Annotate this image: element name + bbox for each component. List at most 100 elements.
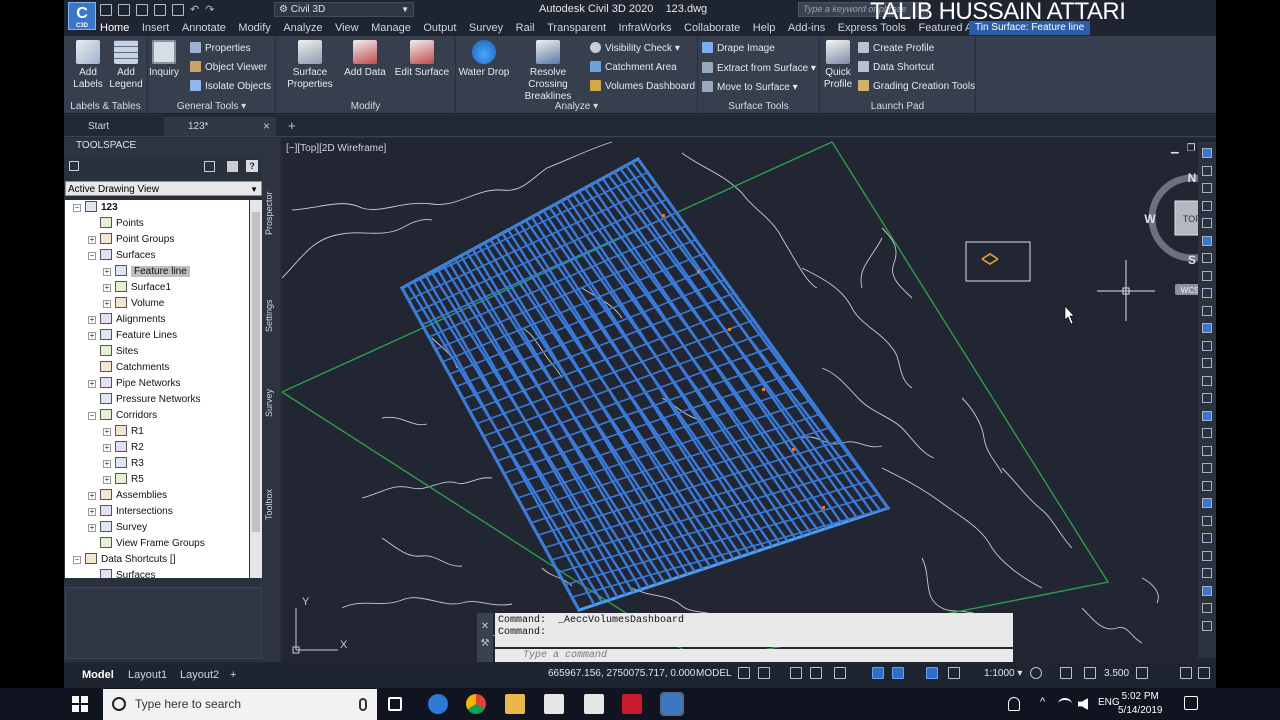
open-file-icon[interactable] xyxy=(118,4,130,16)
tree-item[interactable]: + R5 xyxy=(103,472,144,488)
tab-view[interactable]: View xyxy=(335,21,359,35)
volumes-dashboard-button[interactable]: Volumes Dashboard xyxy=(590,80,695,93)
add-labels-button[interactable]: Add Labels xyxy=(70,40,106,91)
palette-tool-icon[interactable] xyxy=(1202,603,1212,613)
expand-icon[interactable]: + xyxy=(88,236,96,244)
print-icon[interactable] xyxy=(172,4,184,16)
tab-add-ins[interactable]: Add-ins xyxy=(788,21,825,35)
palette-tool-icon[interactable] xyxy=(1202,498,1212,508)
tab-start[interactable]: Start xyxy=(64,117,164,136)
water-drop-button[interactable]: Water Drop xyxy=(458,40,510,79)
windows-start-icon[interactable] xyxy=(72,696,88,712)
expand-icon[interactable]: + xyxy=(103,300,111,308)
customize-menu-icon[interactable] xyxy=(1198,667,1210,679)
palette-tool-icon[interactable] xyxy=(1202,445,1212,456)
workspace-icon[interactable] xyxy=(1084,667,1096,679)
prospector-scrollbar[interactable] xyxy=(250,200,262,578)
microphone-icon[interactable] xyxy=(359,698,367,711)
tree-item[interactable]: − Corridors xyxy=(88,408,157,424)
expand-icon[interactable]: + xyxy=(88,524,96,532)
palette-tool-icon[interactable] xyxy=(1202,375,1212,386)
toolspace-tab-survey[interactable]: Survey xyxy=(264,378,278,428)
compass-west[interactable]: W xyxy=(1144,212,1156,226)
save-as-icon[interactable] xyxy=(154,4,166,16)
expand-icon[interactable]: + xyxy=(88,492,96,500)
tab-modify[interactable]: Modify xyxy=(238,21,270,35)
edge-browser-icon[interactable] xyxy=(428,694,448,714)
tab-help[interactable]: Help xyxy=(753,21,776,35)
panel-title-analyze[interactable]: Analyze ▾ xyxy=(456,101,697,112)
tab-model[interactable]: Model xyxy=(72,666,124,684)
command-input[interactable]: Type a command xyxy=(495,649,1013,662)
collapse-icon[interactable]: − xyxy=(73,204,81,212)
move-to-surface-button[interactable]: Move to Surface ▾ xyxy=(702,81,798,94)
drawing-viewport[interactable]: TOP N S E W WCS Y X [−][Top][2D Wirefram… xyxy=(282,138,1216,662)
palette-tool-icon[interactable] xyxy=(1202,323,1212,333)
palette-tool-icon[interactable] xyxy=(1202,620,1212,631)
grading-creation-tools-button[interactable]: Grading Creation Tools xyxy=(858,80,975,93)
annotation-visibility-icon[interactable] xyxy=(926,667,938,679)
add-layout-plus-icon[interactable]: + xyxy=(220,666,246,684)
palette-tool-icon[interactable] xyxy=(1202,288,1212,298)
tab-insert[interactable]: Insert xyxy=(142,21,170,35)
tree-item[interactable]: + Assemblies xyxy=(88,488,167,504)
selection-box-grip[interactable] xyxy=(965,241,1031,282)
tree-item[interactable]: + Point Groups xyxy=(88,232,174,248)
inquiry-button[interactable]: Inquiry xyxy=(148,40,180,79)
tree-item[interactable]: + Feature line xyxy=(103,264,190,280)
isolate-objects-button[interactable]: Isolate Objects xyxy=(190,80,271,93)
new-tab-plus-icon[interactable]: + xyxy=(288,119,296,132)
wrench-icon[interactable]: ⚒ xyxy=(477,638,493,649)
snap-icon[interactable] xyxy=(758,667,770,679)
tab-collaborate[interactable]: Collaborate xyxy=(684,21,740,35)
tree-item[interactable]: View Frame Groups xyxy=(88,536,205,552)
civil3d-app-logo[interactable]: C C3D xyxy=(68,2,96,30)
tree-item[interactable]: + Intersections xyxy=(88,504,173,520)
palette-tool-icon[interactable] xyxy=(1202,428,1212,438)
data-shortcut-button[interactable]: Data Shortcut xyxy=(858,61,934,74)
new-file-icon[interactable] xyxy=(100,4,112,16)
tree-item[interactable]: + Feature Lines xyxy=(88,328,177,344)
tab-manage[interactable]: Manage xyxy=(371,21,411,35)
tab-drawing-123[interactable]: 123* × xyxy=(164,117,276,136)
toolspace-settings-icon[interactable] xyxy=(69,161,79,171)
palette-tool-icon[interactable] xyxy=(1202,253,1212,263)
palette-tool-icon[interactable] xyxy=(1202,200,1212,211)
collapse-icon[interactable]: − xyxy=(88,252,96,260)
tree-item[interactable]: Sites xyxy=(88,344,138,360)
tab-layout1[interactable]: Layout1 xyxy=(118,666,177,684)
extract-from-surface-button[interactable]: Extract from Surface ▾ xyxy=(702,62,816,75)
model-space-button[interactable]: MODEL xyxy=(696,668,732,679)
tab-analyze[interactable]: Analyze xyxy=(283,21,322,35)
create-profile-button[interactable]: Create Profile xyxy=(858,42,934,55)
tab-output[interactable]: Output xyxy=(423,21,456,35)
store-icon[interactable] xyxy=(544,694,564,714)
workspace-select[interactable]: ⚙ Civil 3D ▼ xyxy=(274,2,414,17)
add-legend-button[interactable]: Add Legend xyxy=(108,40,144,91)
tab-transparent[interactable]: Transparent xyxy=(547,21,606,35)
palette-tool-icon[interactable] xyxy=(1202,148,1212,158)
tray-chevron-icon[interactable]: ^ xyxy=(1040,696,1050,716)
tree-item[interactable]: − Surfaces xyxy=(88,248,155,264)
tree-item[interactable]: Points xyxy=(88,216,144,232)
redo-icon[interactable]: ↷ xyxy=(205,4,214,16)
auto-scale-icon[interactable] xyxy=(948,667,960,679)
tab-survey[interactable]: Survey xyxy=(469,21,503,35)
palette-tool-icon[interactable] xyxy=(1202,235,1212,246)
fullscreen-icon[interactable] xyxy=(1180,667,1192,679)
taskbar-clock[interactable]: 5:02 PM 5/14/2019 xyxy=(1118,690,1163,718)
visibility-check-button[interactable]: Visibility Check ▾ xyxy=(590,42,680,55)
undo-icon[interactable]: ↶ xyxy=(190,4,199,16)
isodraft-icon[interactable] xyxy=(834,667,846,679)
minimize-icon[interactable]: ▁ xyxy=(1171,143,1179,154)
expand-icon[interactable]: + xyxy=(103,460,111,468)
grid-icon[interactable] xyxy=(738,667,750,679)
mail-icon[interactable] xyxy=(584,694,604,714)
expand-icon[interactable]: + xyxy=(88,380,96,388)
tree-item[interactable]: + Survey xyxy=(88,520,147,536)
toolspace-view-select[interactable]: Active Drawing View ▼ xyxy=(65,181,262,196)
object-snap-icon[interactable] xyxy=(872,667,884,679)
units-icon[interactable] xyxy=(1136,667,1148,679)
compass-north[interactable]: N xyxy=(1188,171,1197,185)
palette-tool-icon[interactable] xyxy=(1202,585,1212,596)
